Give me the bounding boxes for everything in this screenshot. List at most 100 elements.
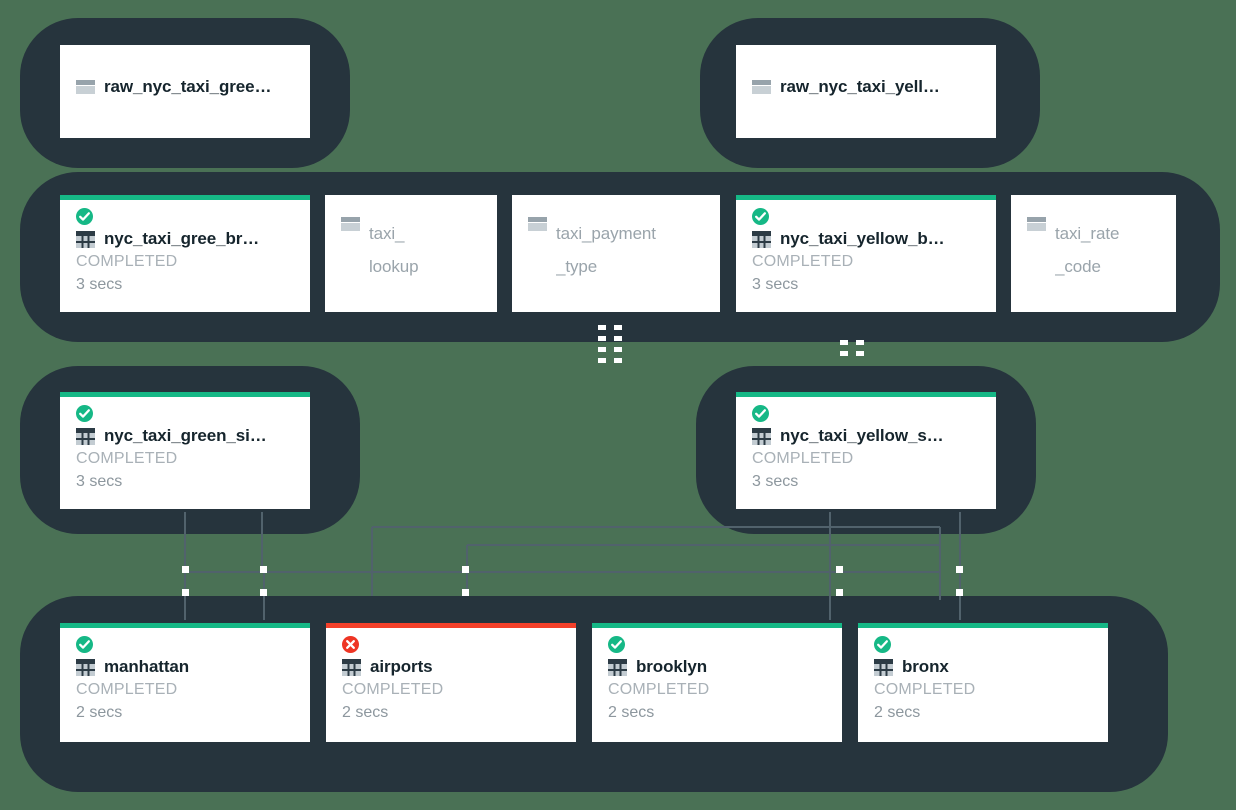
node-title-row: raw_nyc_taxi_gree… [76,77,294,97]
asset-node[interactable]: taxi_payment _type [512,195,720,312]
table-icon [608,658,627,676]
check-circle-icon [608,636,625,653]
node-title-row: brooklyn [608,657,826,677]
node-body: nyc_taxi_yellow_s… COMPLETED 3 secs [736,392,996,509]
node-duration: 2 secs [76,704,123,721]
edge-dash-indicator [840,340,864,356]
node-title-row: bronx [874,657,1092,677]
source-table-icon [1027,217,1046,231]
node-name: taxi_ lookup [369,224,419,276]
edge-dash-indicator [598,325,622,363]
edge-junction-tick [260,566,267,573]
node-duration: 3 secs [752,276,799,293]
node-duration: 3 secs [76,473,123,490]
node-body: brooklyn COMPLETED 2 secs [592,623,842,742]
node-status-text: COMPLETED [752,253,854,270]
x-circle-icon [342,636,359,653]
node-title-row: taxi_payment _type [528,217,704,283]
check-circle-icon [874,636,891,653]
asset-node[interactable]: raw_nyc_taxi_yell… [736,45,996,138]
edge-junction-tick [836,589,843,596]
source-table-icon [341,217,360,231]
asset-node[interactable]: raw_nyc_taxi_gree… [60,45,310,138]
node-status-text: COMPLETED [608,681,710,698]
check-circle-icon [752,208,769,225]
node-name: nyc_taxi_yellow_b… [780,229,945,248]
asset-node[interactable]: nyc_taxi_gree_br… COMPLETED 3 secs [60,195,310,312]
node-title-row: nyc_taxi_yellow_b… [752,229,980,249]
node-body: airports COMPLETED 2 secs [326,623,576,742]
edge-junction-tick [836,566,843,573]
edge-junction-tick [182,589,189,596]
node-name: taxi_payment _type [556,224,656,276]
source-table-icon [528,217,547,231]
table-icon [752,230,771,248]
node-name: raw_nyc_taxi_gree… [104,77,272,96]
node-status-text: COMPLETED [76,681,178,698]
node-duration: 2 secs [874,704,921,721]
check-circle-icon [76,208,93,225]
node-status-text: COMPLETED [874,681,976,698]
node-body: taxi_rate _code [1011,195,1176,312]
node-body: taxi_ lookup [325,195,497,312]
node-name: raw_nyc_taxi_yell… [780,77,940,96]
node-body: nyc_taxi_green_si… COMPLETED 3 secs [60,392,310,509]
check-circle-icon [752,405,769,422]
asset-node[interactable]: nyc_taxi_green_si… COMPLETED 3 secs [60,392,310,509]
edge-junction-tick [260,589,267,596]
node-duration: 3 secs [752,473,799,490]
node-name: nyc_taxi_gree_br… [104,229,260,248]
table-icon [874,658,893,676]
node-status-text: COMPLETED [76,450,178,467]
node-name: taxi_rate _code [1055,224,1120,276]
edge-junction-tick [462,589,469,596]
node-body: taxi_payment _type [512,195,720,312]
lineage-graph-canvas[interactable]: raw_nyc_taxi_gree… raw_nyc_taxi_yell… nyc_… [0,0,1236,810]
check-circle-icon [76,405,93,422]
asset-node[interactable]: brooklyn COMPLETED 2 secs [592,623,842,742]
node-title-row: taxi_rate _code [1027,217,1160,283]
node-name: manhattan [104,657,190,676]
asset-node[interactable]: nyc_taxi_yellow_b… COMPLETED 3 secs [736,195,996,312]
node-status-text: COMPLETED [76,253,178,270]
edge-junction-tick [462,566,469,573]
node-name: nyc_taxi_yellow_s… [780,426,944,445]
node-title-row: airports [342,657,560,677]
node-title-row: raw_nyc_taxi_yell… [752,77,980,97]
table-icon [342,658,361,676]
node-duration: 2 secs [342,704,389,721]
node-title-row: nyc_taxi_green_si… [76,426,294,446]
edge-junction-tick [956,589,963,596]
asset-node[interactable]: airports COMPLETED 2 secs [326,623,576,742]
asset-node[interactable]: bronx COMPLETED 2 secs [858,623,1108,742]
node-name: bronx [902,657,949,676]
check-circle-icon [76,636,93,653]
node-status-text: COMPLETED [342,681,444,698]
asset-node[interactable]: manhattan COMPLETED 2 secs [60,623,310,742]
node-name: nyc_taxi_green_si… [104,426,267,445]
node-name: airports [370,657,433,676]
asset-node[interactable]: taxi_rate _code [1011,195,1176,312]
edge-junction-tick [956,566,963,573]
node-body: raw_nyc_taxi_yell… [736,45,996,138]
table-icon [752,427,771,445]
node-title-row: manhattan [76,657,294,677]
node-body: raw_nyc_taxi_gree… [60,45,310,138]
node-body: nyc_taxi_yellow_b… COMPLETED 3 secs [736,195,996,312]
node-status-text: COMPLETED [752,450,854,467]
table-icon [76,427,95,445]
node-duration: 2 secs [608,704,655,721]
node-body: manhattan COMPLETED 2 secs [60,623,310,742]
node-title-row: taxi_ lookup [341,217,481,283]
node-title-row: nyc_taxi_gree_br… [76,229,294,249]
table-icon [76,658,95,676]
edge-junction-tick [182,566,189,573]
node-body: nyc_taxi_gree_br… COMPLETED 3 secs [60,195,310,312]
node-body: bronx COMPLETED 2 secs [858,623,1108,742]
source-table-icon [752,80,771,94]
node-duration: 3 secs [76,276,123,293]
node-name: brooklyn [636,657,707,676]
asset-node[interactable]: taxi_ lookup [325,195,497,312]
asset-node[interactable]: nyc_taxi_yellow_s… COMPLETED 3 secs [736,392,996,509]
source-table-icon [76,80,95,94]
